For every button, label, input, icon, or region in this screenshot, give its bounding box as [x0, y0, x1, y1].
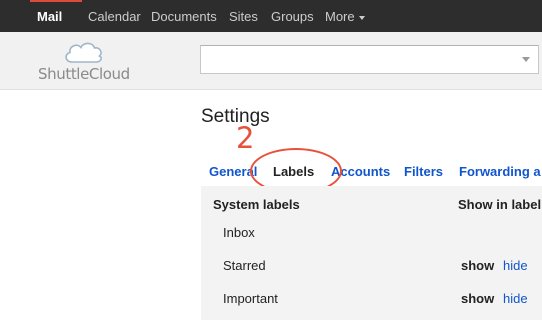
tab-general[interactable]: General: [209, 164, 257, 179]
show-link-important[interactable]: show: [461, 291, 494, 306]
tab-labels[interactable]: Labels: [273, 164, 314, 179]
hide-link-starred[interactable]: hide: [503, 258, 528, 273]
logo-text: ShuttleCloud: [38, 65, 130, 83]
tab-accounts[interactable]: Accounts: [331, 164, 390, 179]
top-navigation-bar: Mail Calendar Documents Sites Groups Mor…: [0, 0, 542, 32]
search-input[interactable]: [200, 45, 539, 74]
active-nav-indicator: [30, 0, 82, 2]
tab-forwarding[interactable]: Forwarding a: [459, 164, 541, 179]
nav-groups[interactable]: Groups: [271, 9, 314, 24]
settings-page: Mail Calendar Documents Sites Groups Mor…: [0, 0, 542, 320]
hide-link-important[interactable]: hide: [503, 291, 528, 306]
chevron-down-icon: [358, 15, 365, 20]
label-name-inbox: Inbox: [223, 225, 255, 240]
annotation-step-number: 2: [236, 121, 255, 155]
show-link-starred[interactable]: show: [461, 258, 494, 273]
column-header-show-in-label: Show in label: [458, 197, 542, 212]
nav-more-label: More: [325, 9, 355, 24]
nav-mail[interactable]: Mail: [37, 9, 62, 24]
nav-calendar[interactable]: Calendar: [88, 9, 141, 24]
tab-filters[interactable]: Filters: [404, 164, 443, 179]
section-header-system-labels: System labels: [213, 197, 300, 212]
shuttlecloud-logo[interactable]: ShuttleCloud: [38, 37, 133, 87]
label-name-starred: Starred: [223, 258, 266, 273]
nav-more[interactable]: More: [325, 9, 365, 24]
chevron-down-icon[interactable]: [522, 57, 530, 62]
nav-sites[interactable]: Sites: [229, 9, 258, 24]
label-name-important: Important: [223, 291, 278, 306]
cloud-icon: [65, 42, 102, 63]
nav-documents[interactable]: Documents: [151, 9, 217, 24]
